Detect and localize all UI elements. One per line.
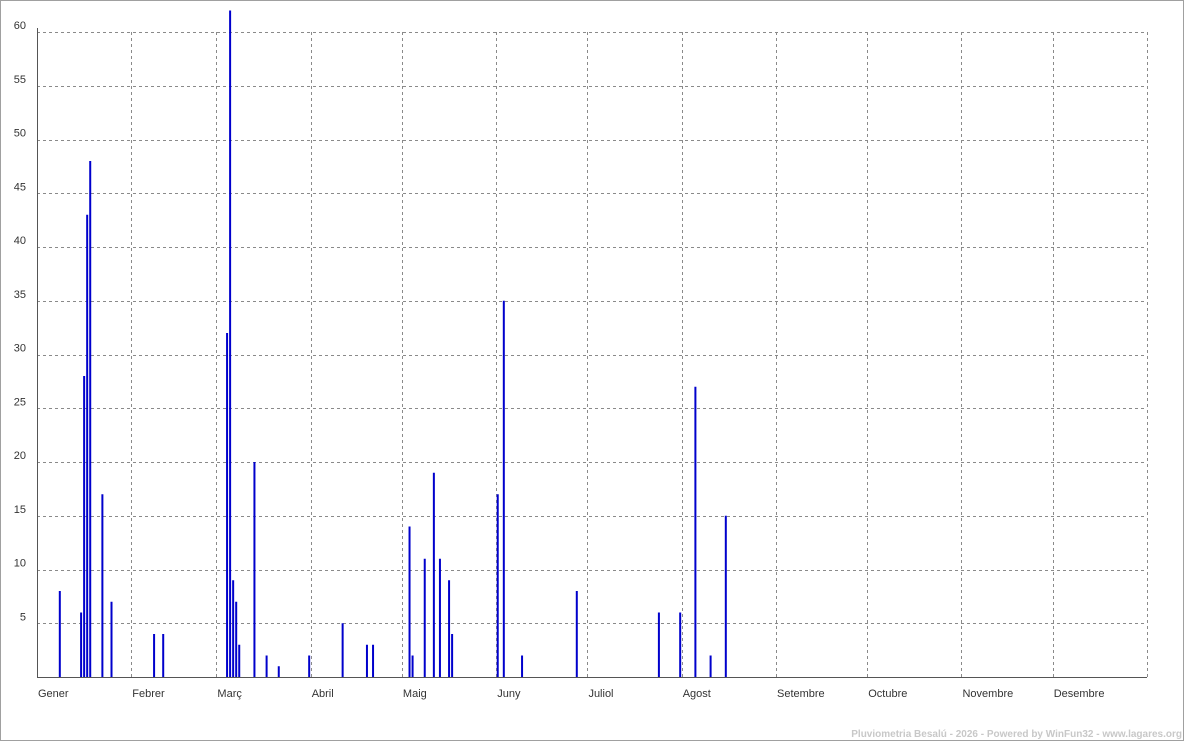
y-tick-label: 15 [14, 504, 26, 516]
rain-bar [89, 161, 92, 677]
rain-bar [451, 634, 454, 677]
x-tick-label: Novembre [962, 688, 1013, 700]
y-tick-label: 25 [14, 396, 26, 408]
y-tick-label: 50 [14, 128, 26, 140]
rain-bar [679, 612, 682, 677]
x-tick-label: Octubre [868, 688, 907, 700]
rain-bar [521, 655, 524, 677]
y-tick-label: 35 [14, 289, 26, 301]
x-tick-label: Febrer [132, 688, 165, 700]
x-tick-label: Abril [312, 688, 334, 700]
rain-bar [709, 655, 712, 677]
rain-bar [83, 376, 86, 677]
x-tick-label: Agost [683, 688, 711, 700]
rain-bar [365, 644, 368, 677]
rain-bar [265, 655, 268, 677]
x-tick-label: Setembre [777, 688, 825, 700]
y-tick-label: 45 [14, 181, 26, 193]
rain-bar [110, 601, 113, 677]
rain-bar [232, 580, 235, 677]
x-tick-label: Juny [497, 688, 521, 700]
rain-bar [80, 612, 83, 677]
y-tick-label: 60 [14, 20, 26, 32]
bars [58, 10, 727, 677]
y-tick-label: 5 [20, 611, 26, 623]
axes [37, 28, 1147, 678]
rain-bar [724, 515, 727, 677]
rain-bar [58, 591, 61, 677]
y-tick-label: 10 [14, 558, 26, 570]
rain-bar [423, 558, 426, 677]
rain-bar [438, 558, 441, 677]
y-tick-label: 20 [14, 450, 26, 462]
rain-bar [162, 634, 165, 677]
y-tick-label: 55 [14, 74, 26, 86]
rain-bar [308, 655, 311, 677]
rain-bar [153, 634, 156, 677]
rain-bar [229, 10, 232, 677]
rain-bar [502, 300, 505, 677]
rain-bar [575, 591, 578, 677]
tick-labels: 5 10 15 20 25 30 35 40 45 50 55 60 Gener Febrer Març Ab… [14, 20, 1105, 700]
x-tick-label: Gener [38, 688, 69, 700]
rain-bar [86, 214, 89, 677]
rain-bar [496, 494, 499, 677]
rain-bar [341, 623, 344, 677]
rain-bar [432, 472, 435, 677]
rain-bar [235, 601, 238, 677]
rain-bar [101, 494, 104, 677]
y-tick-label: 30 [14, 343, 26, 355]
x-tick-label: Març [217, 688, 242, 700]
footer-credit: Pluviometria Besalú - 2026 - Powered by … [851, 729, 1182, 740]
rainfall-chart: 5 10 15 20 25 30 35 40 45 50 55 60 Gener Febrer Març Ab… [14, 10, 1148, 700]
rain-bar [372, 644, 375, 677]
rain-bar [408, 526, 411, 677]
x-tick-label: Juliol [588, 688, 613, 700]
rain-bar [657, 612, 660, 677]
rain-bar [411, 655, 414, 677]
rain-bar [277, 666, 280, 677]
rain-bar [448, 580, 451, 677]
x-tick-label: Desembre [1054, 688, 1105, 700]
y-tick-label: 40 [14, 235, 26, 247]
rain-bar [253, 462, 256, 677]
x-tick-label: Maig [403, 688, 427, 700]
grid-lines [37, 32, 1148, 677]
rain-bar [238, 644, 241, 677]
rain-bar [694, 386, 697, 677]
rain-bar [226, 333, 229, 677]
